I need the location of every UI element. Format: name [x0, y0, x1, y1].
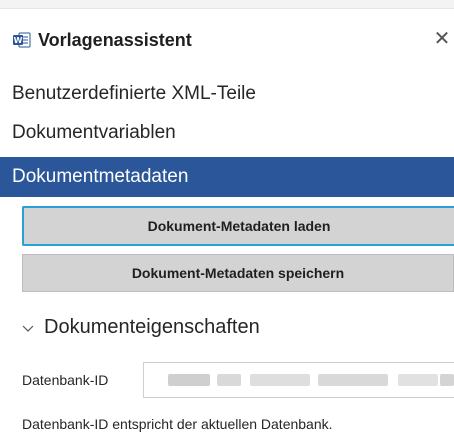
nav-item-document-variables[interactable]: Dokumentvariablen [0, 114, 454, 152]
load-metadata-button[interactable]: Dokument-Metadaten laden [22, 206, 454, 246]
nav-item-document-metadata[interactable]: Dokumentmetadaten [0, 157, 454, 197]
redacted-value [318, 374, 388, 386]
window-title: Vorlagenassistent [38, 30, 192, 50]
redacted-value [440, 374, 454, 386]
database-id-label: Datenbank-ID [22, 372, 109, 388]
redacted-value [168, 374, 210, 386]
redacted-value [217, 374, 241, 386]
close-icon[interactable]: ✕ [430, 26, 454, 52]
chevron-down-icon[interactable] [22, 313, 36, 345]
nav-item-custom-xml-parts[interactable]: Benutzerdefinierte XML-Teile [0, 75, 454, 113]
window-top-border [0, 0, 454, 9]
svg-text:W: W [14, 36, 23, 45]
title-bar: W Vorlagenassistent ✕ [0, 22, 454, 62]
section-title: Dokumenteigenschaften [44, 316, 260, 338]
word-doc-icon: W [13, 32, 31, 48]
save-metadata-button[interactable]: Dokument-Metadaten speichern [22, 254, 454, 292]
redacted-value [398, 374, 438, 386]
redacted-value [250, 374, 310, 386]
database-id-status-message: Datenbank-ID entspricht der aktuellen Da… [22, 416, 333, 432]
section-document-properties[interactable]: Dokumenteigenschaften [22, 311, 260, 343]
